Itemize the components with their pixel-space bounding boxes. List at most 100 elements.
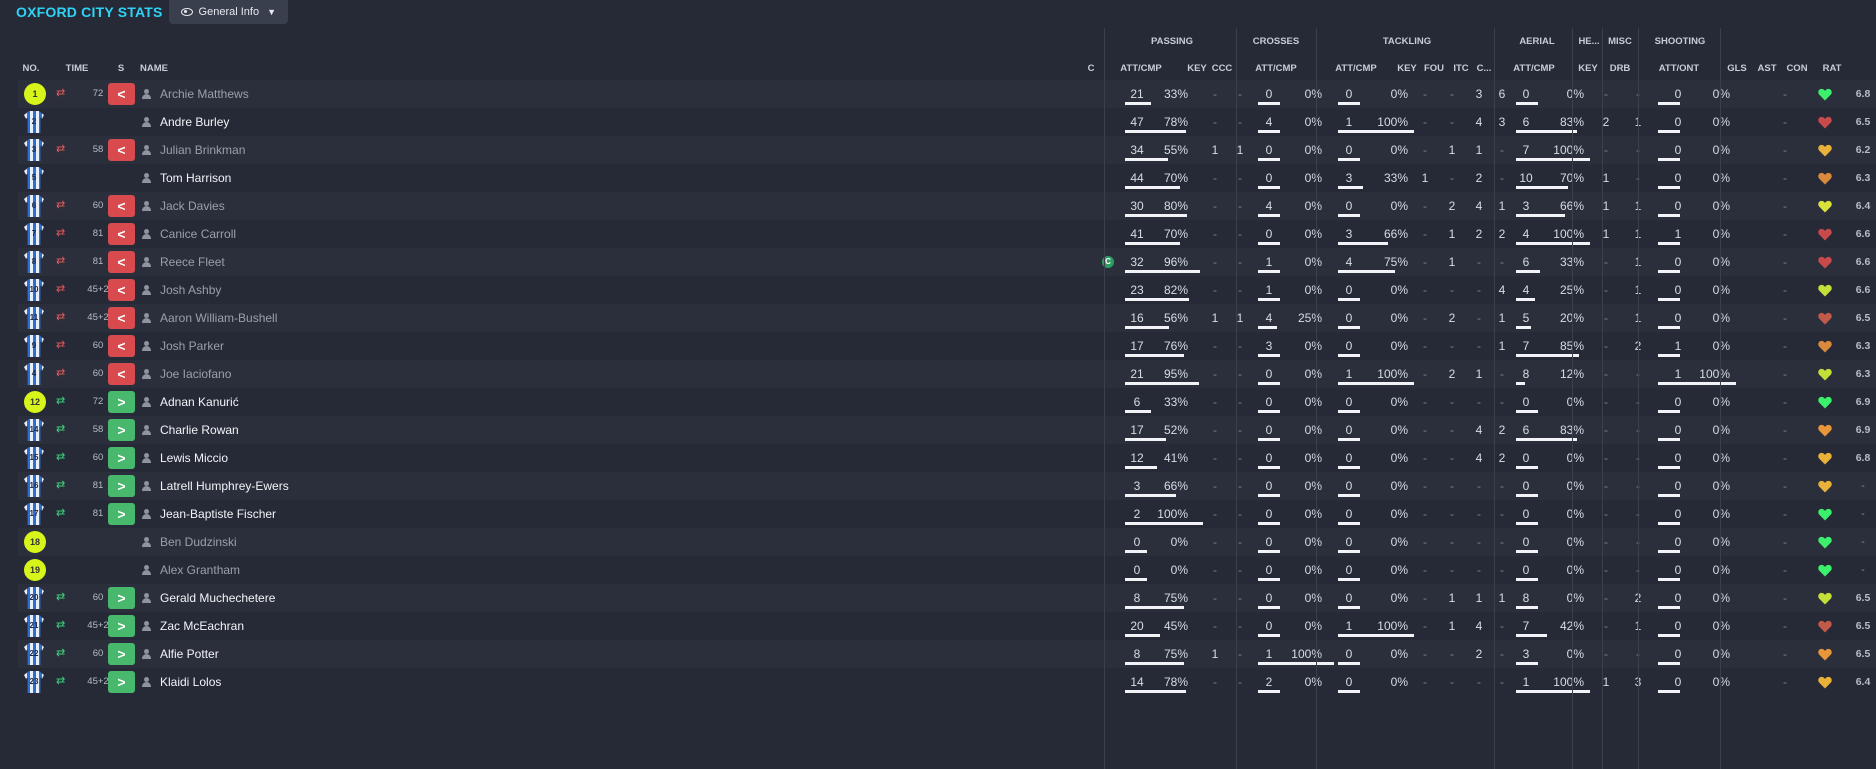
player-row[interactable]: 4 ⇄ 60 < Joe Iaciofano 21 95% - - 0 0% 1… <box>18 360 1876 388</box>
col-name[interactable]: NAME <box>140 63 168 74</box>
tackle-itc: 4 <box>1475 451 1483 465</box>
tackle-itc: 4 <box>1475 115 1483 129</box>
player-row[interactable]: 3 ⇄ 58 < Julian Brinkman 34 55% 1 1 0 0%… <box>18 136 1876 164</box>
col-ast[interactable]: AST <box>1754 63 1780 74</box>
player-row[interactable]: 17 ⇄ 81 > Jean-Baptiste Fischer 2 100% -… <box>18 500 1876 528</box>
shot-accuracy-bar <box>1658 634 1680 637</box>
col-cross-attcmp[interactable]: ATT/CMP <box>1250 63 1302 74</box>
sub-off-button[interactable]: < <box>108 279 135 301</box>
player-name[interactable]: Tom Harrison <box>160 164 231 192</box>
sub-on-button[interactable]: > <box>108 615 135 637</box>
pass-key: - <box>1213 535 1217 549</box>
player-name[interactable]: Andre Burley <box>160 108 229 136</box>
sub-on-button[interactable]: > <box>108 587 135 609</box>
col-aer-attcmp[interactable]: ATT/CMP <box>1508 63 1560 74</box>
col-tack-attcmp[interactable]: ATT/CMP <box>1330 63 1382 74</box>
player-row[interactable]: 11 ⇄ 45+2 < Aaron William-Bushell 16 56%… <box>18 304 1876 332</box>
player-row[interactable]: 2 Andre Burley 47 78% - - 4 0% 1 100% - … <box>18 108 1876 136</box>
player-name[interactable]: Adnan Kanurić <box>160 388 239 416</box>
col-captain[interactable]: C <box>1086 63 1096 74</box>
player-name[interactable]: Klaidi Lolos <box>160 668 221 696</box>
player-row[interactable]: 18 Ben Dudzinski 0 0% - - 0 0% 0 0% - - … <box>18 528 1876 556</box>
assists: - <box>1783 591 1787 605</box>
player-row[interactable]: 8 ⇄ 81 < Reece Fleet C 32 96% - - 1 0% 4… <box>18 248 1876 276</box>
player-name[interactable]: Gerald Muchechetere <box>160 584 275 612</box>
sub-off-button[interactable]: < <box>108 363 135 385</box>
col-rat[interactable]: RAT <box>1816 63 1848 74</box>
player-name[interactable]: Archie Matthews <box>160 80 249 108</box>
player-name[interactable]: Canice Carroll <box>160 220 236 248</box>
sub-off-button[interactable]: < <box>108 307 135 329</box>
col-tack-itc[interactable]: ITC <box>1450 63 1472 74</box>
col-he-key[interactable]: KEY <box>1576 63 1600 74</box>
sub-off-button[interactable]: < <box>108 335 135 357</box>
col-time[interactable]: TIME <box>62 63 92 74</box>
player-row[interactable]: 5 Tom Harrison 44 70% - - 0 0% 3 33% 1 -… <box>18 164 1876 192</box>
player-row[interactable]: 1 ⇄ 72 < Archie Matthews 21 33% - - 0 0%… <box>18 80 1876 108</box>
player-row[interactable]: 16 ⇄ 81 > Latrell Humphrey-Ewers 3 66% -… <box>18 472 1876 500</box>
col-tack-c[interactable]: C... <box>1474 63 1494 74</box>
sub-off-button[interactable]: < <box>108 83 135 105</box>
player-row[interactable]: 10 ⇄ 45+2 < Josh Ashby 23 82% - - 1 0% 0… <box>18 276 1876 304</box>
player-name[interactable]: Charlie Rowan <box>160 416 239 444</box>
player-row[interactable]: 20 ⇄ 60 > Gerald Muchechetere 8 75% - - … <box>18 584 1876 612</box>
player-row[interactable]: 21 ⇄ 45+2 > Zac McEachran 20 45% - - 0 0… <box>18 612 1876 640</box>
col-misc-drb[interactable]: DRB <box>1608 63 1632 74</box>
tackle-cmp-pct: 0% <box>1390 507 1408 521</box>
player-row[interactable]: 22 ⇄ 60 > Alfie Potter 8 75% 1 - 1 100% … <box>18 640 1876 668</box>
player-name[interactable]: Zac McEachran <box>160 612 244 640</box>
col-shoot-attont[interactable]: ATT/ONT <box>1652 63 1706 74</box>
player-name[interactable]: Josh Ashby <box>160 276 221 304</box>
aerial-cmp-pct: 0% <box>1566 507 1584 521</box>
tackle-c: - <box>1500 563 1504 577</box>
player-name[interactable]: Jean-Baptiste Fischer <box>160 500 276 528</box>
sub-off-button[interactable]: < <box>108 195 135 217</box>
player-name[interactable]: Latrell Humphrey-Ewers <box>160 472 289 500</box>
tackle-completion-bar <box>1338 326 1360 329</box>
sub-on-button[interactable]: > <box>108 503 135 525</box>
sub-on-button[interactable]: > <box>108 671 135 693</box>
tackle-key: - <box>1423 339 1427 353</box>
player-row[interactable]: 7 ⇄ 81 < Canice Carroll 41 70% - - 0 0% … <box>18 220 1876 248</box>
player-row[interactable]: 19 Alex Grantham 0 0% - - 0 0% 0 0% - - … <box>18 556 1876 584</box>
col-con[interactable]: CON <box>1782 63 1812 74</box>
sub-off-button[interactable]: < <box>108 223 135 245</box>
col-tack-key[interactable]: KEY <box>1396 63 1418 74</box>
player-row[interactable]: 14 ⇄ 58 > Charlie Rowan 17 52% - - 0 0% … <box>18 416 1876 444</box>
player-row[interactable]: 9 ⇄ 60 < Josh Parker 17 76% - - 3 0% 0 0… <box>18 332 1876 360</box>
player-name[interactable]: Reece Fleet <box>160 248 225 276</box>
match-rating: 6.8 <box>1855 452 1871 464</box>
tackle-itc: - <box>1477 283 1481 297</box>
player-name[interactable]: Aaron William-Bushell <box>160 304 277 332</box>
view-selector-button[interactable]: General Info ▼ <box>168 0 288 24</box>
player-row[interactable]: 6 ⇄ 60 < Jack Davies 30 80% - - 4 0% 0 0… <box>18 192 1876 220</box>
person-icon <box>142 89 151 99</box>
player-name[interactable]: Jack Davies <box>160 192 225 220</box>
sub-on-button[interactable]: > <box>108 447 135 469</box>
player-row[interactable]: 15 ⇄ 60 > Lewis Miccio 12 41% - - 0 0% 0… <box>18 444 1876 472</box>
shirt-icon: 15 <box>24 447 44 469</box>
sub-off-button[interactable]: < <box>108 251 135 273</box>
player-row[interactable]: 12 ⇄ 72 > Adnan Kanurić 6 33% - - 0 0% 0… <box>18 388 1876 416</box>
col-pass-attcmp[interactable]: ATT/CMP <box>1116 63 1166 74</box>
player-name[interactable]: Joe Iaciofano <box>160 360 231 388</box>
col-gls[interactable]: GLS <box>1724 63 1750 74</box>
col-tack-fou[interactable]: FOU <box>1422 63 1446 74</box>
col-pass-key[interactable]: KEY <box>1186 63 1208 74</box>
player-name[interactable]: Alex Grantham <box>160 556 240 584</box>
col-pass-ccc[interactable]: CCC <box>1210 63 1234 74</box>
player-name[interactable]: Ben Dudzinski <box>160 528 237 556</box>
col-s[interactable]: S <box>114 63 128 74</box>
sub-on-button[interactable]: > <box>108 643 135 665</box>
sub-on-button[interactable]: > <box>108 419 135 441</box>
player-name[interactable]: Alfie Potter <box>160 640 219 668</box>
col-no[interactable]: NO. <box>18 63 44 74</box>
header-key: - <box>1604 423 1608 437</box>
sub-off-button[interactable]: < <box>108 139 135 161</box>
player-row[interactable]: 23 ⇄ 45+2 > Klaidi Lolos 14 78% - - 2 0%… <box>18 668 1876 696</box>
player-name[interactable]: Lewis Miccio <box>160 444 228 472</box>
sub-on-button[interactable]: > <box>108 475 135 497</box>
sub-on-button[interactable]: > <box>108 391 135 413</box>
player-name[interactable]: Julian Brinkman <box>160 136 245 164</box>
player-name[interactable]: Josh Parker <box>160 332 224 360</box>
